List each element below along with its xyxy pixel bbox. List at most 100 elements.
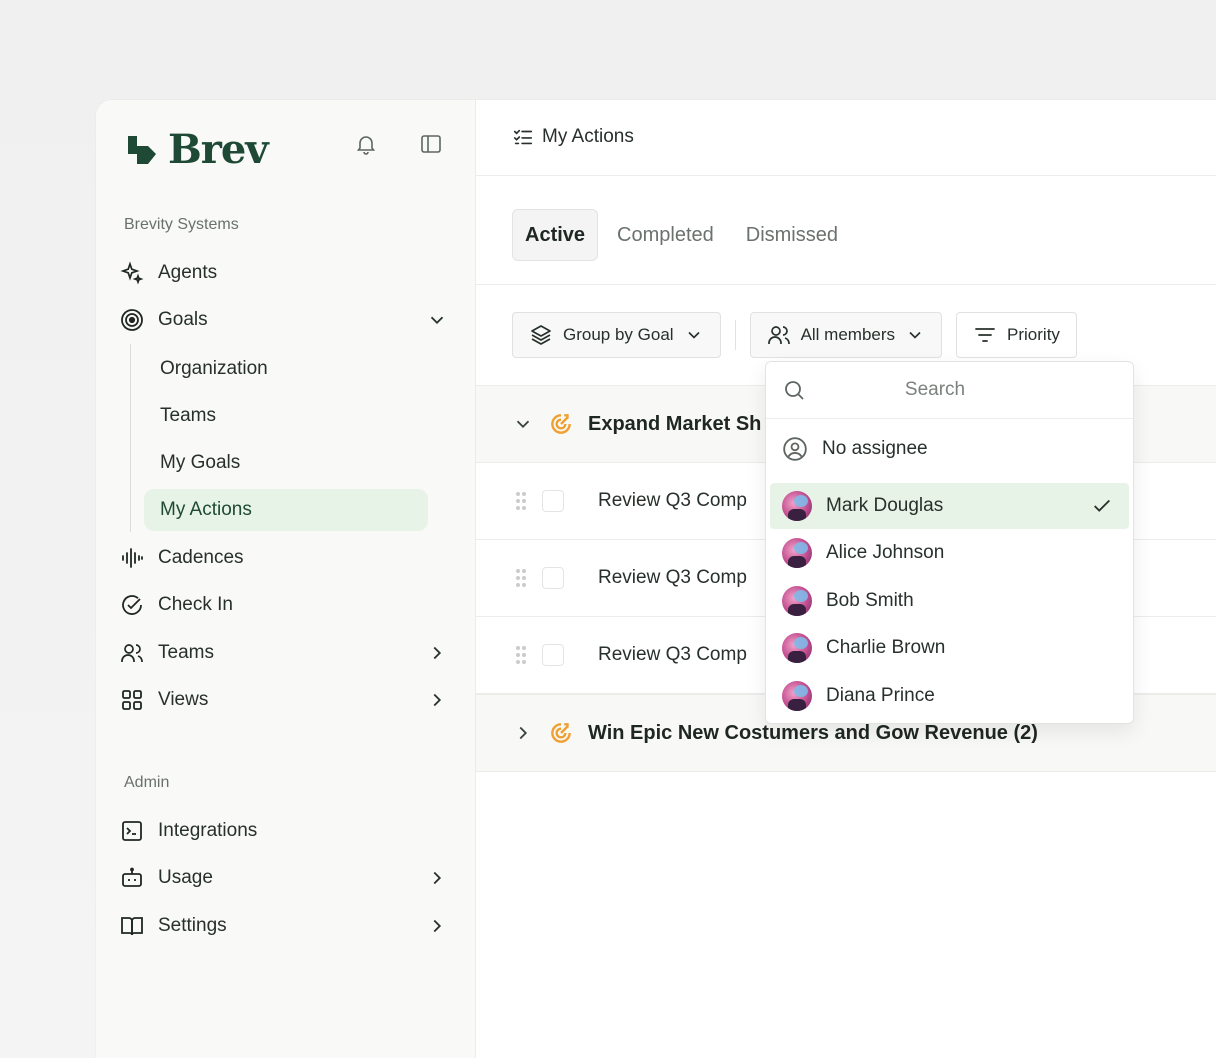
sidebar-item-agents[interactable]: Agents bbox=[118, 253, 458, 293]
topbar: My Actions bbox=[476, 100, 1216, 176]
subnav-guide-line bbox=[130, 344, 131, 532]
target-icon bbox=[120, 308, 144, 332]
members-filter-button[interactable]: All members bbox=[749, 312, 943, 358]
sidebar-item-goals[interactable]: Goals bbox=[118, 300, 458, 340]
sidebar-item-label: Teams bbox=[158, 642, 214, 663]
sidebar-subitem-my-actions[interactable]: My Actions bbox=[144, 489, 428, 531]
sidebar-item-label: Check In bbox=[158, 594, 233, 615]
sidebar-item-integrations[interactable]: Integrations bbox=[118, 811, 458, 851]
org-label: Brevity Systems bbox=[124, 216, 239, 233]
sidebar-subitem-teams[interactable]: Teams bbox=[144, 395, 428, 437]
check-icon bbox=[1094, 499, 1110, 512]
filter-bar: Group by Goal All members Priority bbox=[512, 312, 1077, 358]
sidebar-item-label: Usage bbox=[158, 867, 213, 888]
chevron-down-icon[interactable] bbox=[512, 413, 534, 435]
users-icon bbox=[767, 326, 790, 344]
option-member[interactable]: Mark Douglas bbox=[770, 483, 1129, 529]
brand-mark-icon bbox=[128, 136, 156, 164]
action-checkbox[interactable] bbox=[542, 567, 564, 589]
users-icon bbox=[120, 641, 144, 665]
sidebar-item-settings[interactable]: Settings bbox=[118, 906, 458, 946]
tab-completed[interactable]: Completed bbox=[604, 209, 727, 261]
avatar bbox=[782, 633, 812, 663]
drag-handle-icon[interactable] bbox=[514, 490, 528, 512]
user-circle-icon bbox=[783, 437, 807, 461]
chevron-right-icon[interactable] bbox=[426, 642, 448, 664]
group-by-button[interactable]: Group by Goal bbox=[512, 312, 721, 358]
sidebar-subitem-my-goals[interactable]: My Goals bbox=[144, 442, 428, 484]
brand-name: Brev bbox=[168, 126, 269, 173]
action-title: Review Q3 Comp bbox=[598, 490, 747, 511]
chevron-down-icon bbox=[909, 331, 921, 339]
bot-icon bbox=[120, 866, 144, 890]
action-checkbox[interactable] bbox=[542, 490, 564, 512]
member-name: Bob Smith bbox=[826, 590, 914, 611]
member-name: Alice Johnson bbox=[826, 542, 945, 563]
member-name: Diana Prince bbox=[826, 685, 935, 706]
sidebar-item-label: Cadences bbox=[158, 547, 244, 568]
goal-group-title: Win Epic New Costumers and Gow Revenue (… bbox=[588, 721, 1038, 744]
goal-target-icon bbox=[551, 723, 571, 743]
action-title: Review Q3 Comp bbox=[598, 644, 747, 665]
option-no-assignee[interactable]: No assignee bbox=[770, 426, 1129, 472]
sidebar-item-label: Integrations bbox=[158, 820, 258, 841]
sidebar: Brev Brevity Systems Agents Goals Organi… bbox=[96, 100, 476, 1058]
option-member[interactable]: Bob Smith bbox=[770, 578, 1129, 624]
sidebar-item-check-in[interactable]: Check In bbox=[118, 585, 458, 625]
option-member[interactable]: Charlie Brown bbox=[770, 625, 1129, 671]
filter-lines-icon bbox=[975, 328, 995, 342]
priority-label: Priority bbox=[1007, 325, 1060, 344]
member-name: Mark Douglas bbox=[826, 495, 944, 516]
member-search-input[interactable] bbox=[820, 372, 1120, 408]
toggle-sidebar-button[interactable] bbox=[416, 129, 446, 159]
terminal-icon bbox=[120, 819, 144, 843]
sidebar-item-label: Agents bbox=[158, 262, 218, 283]
chevron-right-icon[interactable] bbox=[426, 689, 448, 711]
admin-label: Admin bbox=[124, 774, 170, 791]
goal-group-title: Expand Market Sh bbox=[588, 412, 762, 435]
chevron-down-icon[interactable] bbox=[426, 309, 448, 331]
book-icon bbox=[120, 914, 144, 938]
sidebar-item-label: Goals bbox=[158, 309, 208, 330]
sidebar-panel-icon bbox=[421, 135, 441, 153]
brand-logo[interactable]: Brev bbox=[124, 126, 269, 173]
sidebar-item-views[interactable]: Views bbox=[118, 680, 458, 720]
page-title: My Actions bbox=[512, 126, 634, 148]
member-name: Charlie Brown bbox=[826, 637, 946, 658]
status-tabs: Active Completed Dismissed bbox=[512, 209, 851, 261]
tab-active[interactable]: Active bbox=[512, 209, 599, 261]
page-title-text: My Actions bbox=[542, 126, 634, 147]
waveform-icon bbox=[120, 546, 144, 570]
checklist-icon bbox=[513, 129, 533, 145]
drag-handle-icon[interactable] bbox=[514, 567, 528, 589]
members-dropdown: No assignee Mark Douglas Alice Johnson B… bbox=[765, 361, 1134, 724]
sidebar-item-cadences[interactable]: Cadences bbox=[118, 538, 458, 578]
chevron-down-icon bbox=[687, 331, 700, 339]
notifications-button[interactable] bbox=[351, 129, 381, 159]
tab-dismissed[interactable]: Dismissed bbox=[733, 209, 851, 261]
goal-target-icon bbox=[551, 414, 571, 434]
group-by-label: Group by Goal bbox=[563, 325, 674, 344]
bell-icon bbox=[356, 136, 376, 155]
option-member[interactable]: Alice Johnson bbox=[770, 530, 1129, 576]
layers-icon bbox=[531, 325, 551, 345]
search-icon bbox=[785, 381, 804, 400]
priority-sort-button[interactable]: Priority bbox=[956, 312, 1077, 358]
sidebar-item-label: Views bbox=[158, 689, 209, 710]
chevron-right-icon[interactable] bbox=[426, 915, 448, 937]
avatar bbox=[782, 586, 812, 616]
drag-handle-icon[interactable] bbox=[514, 644, 528, 666]
dropdown-search bbox=[766, 362, 1133, 419]
chevron-right-icon[interactable] bbox=[512, 722, 534, 744]
sparkles-icon bbox=[120, 261, 144, 285]
option-member[interactable]: Diana Prince bbox=[770, 673, 1129, 719]
avatar bbox=[782, 538, 812, 568]
sidebar-item-teams[interactable]: Teams bbox=[118, 633, 458, 673]
action-checkbox[interactable] bbox=[542, 644, 564, 666]
divider bbox=[734, 320, 736, 350]
check-circle-icon bbox=[120, 593, 144, 617]
chevron-right-icon[interactable] bbox=[426, 867, 448, 889]
sidebar-item-label: Settings bbox=[158, 915, 227, 936]
sidebar-item-usage[interactable]: Usage bbox=[118, 858, 458, 898]
sidebar-subitem-organization[interactable]: Organization bbox=[144, 348, 428, 390]
